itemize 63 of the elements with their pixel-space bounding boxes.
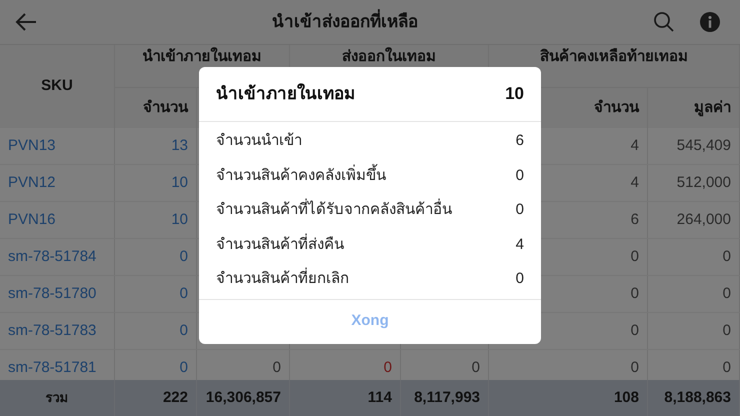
total-cell-text: 8,117,993 [414,388,480,408]
sku-link[interactable]: PVN12 [8,172,56,194]
table-cell-text: 0 [630,358,639,378]
table-cell-text: 0 [722,320,731,341]
quantity-link[interactable]: 10 [171,208,188,232]
dialog-title: นำเข้าภายในเทอม [216,82,355,106]
sku-link[interactable]: sm-78-51781 [8,356,96,380]
table-cell-text: 0 [472,358,480,378]
quantity-link[interactable]: 0 [180,320,188,342]
table-cell-text: 4 [630,136,639,156]
total-cell-text: 16,306,857 [206,388,281,408]
total-cell-text: 108 [614,388,639,408]
column-group-header: นำเข้าภายในเทอม [142,48,262,66]
table-cell-text: 0 [630,284,639,304]
column-header: จำนวน [143,98,188,118]
table-cell-text: 264,000 [676,210,731,230]
sku-link[interactable]: PVN13 [8,134,56,158]
sku-link[interactable]: sm-78-51784 [8,246,96,268]
column-header: มูลค่า [694,98,731,118]
item-label: จำนวนสินค้าที่ยกเลิก [216,268,349,290]
column-header: SKU [41,76,73,96]
info-icon [699,11,721,33]
item-label: จำนวนสินค้าคงคลังเพิ่มขึ้น [216,164,386,187]
column-header: จำนวน [594,98,639,118]
table-cell-text: 6 [630,210,639,230]
search-icon [653,11,675,33]
quantity-link[interactable]: 10 [171,172,188,194]
total-cell-text: 114 [368,388,392,408]
quantity-link[interactable]: 0 [180,356,188,380]
sku-link[interactable]: sm-78-51780 [8,282,96,306]
table-cell-text: 0 [630,246,639,267]
quantity-link[interactable]: 13 [171,134,188,158]
item-label: จำนวนสินค้าที่ส่งคืน [216,234,344,254]
item-label: จำนวนนำเข้า [216,131,302,151]
item-value: 0 [516,269,524,289]
total-cell-text: 8,188,863 [664,388,731,408]
back-arrow-icon [14,12,38,32]
sku-link[interactable]: PVN16 [8,208,56,232]
close-button[interactable]: Xong [339,306,401,337]
sku-link[interactable]: sm-78-51783 [8,320,96,342]
table-cell-text: 0 [272,358,281,378]
quantity-link[interactable]: 0 [180,246,188,268]
quantity-link[interactable]: 0 [180,282,188,306]
item-value: 0 [516,166,524,186]
dialog-total: 10 [505,83,524,106]
totals-label: รวม [46,389,68,408]
table-cell-text: 0 [722,284,731,304]
column-group-header: ส่งออกในเทอม [342,48,436,66]
column-group-header: สินค้าคงเหลือท้ายเทอม [540,48,688,66]
item-value: 4 [516,234,524,254]
table-cell-text: 545,409 [676,136,731,156]
screen-title: นำเข้าส่งออกที่เหลือ [40,9,650,35]
item-value: 6 [516,131,524,151]
table-cell-text: 4 [630,172,639,193]
info-button[interactable] [698,10,722,34]
table-cell-text: 512,000 [676,172,731,193]
table-cell-text: 0 [722,246,731,267]
item-label: จำนวนสินค้าที่ได้รับจากคลังสินค้าอื่น [216,199,452,222]
table-cell-text: 0 [384,358,392,378]
item-value: 0 [516,200,524,220]
table-cell-text: 0 [722,358,731,378]
total-cell-text: 222 [162,388,188,408]
table-cell-text: 0 [630,320,639,341]
